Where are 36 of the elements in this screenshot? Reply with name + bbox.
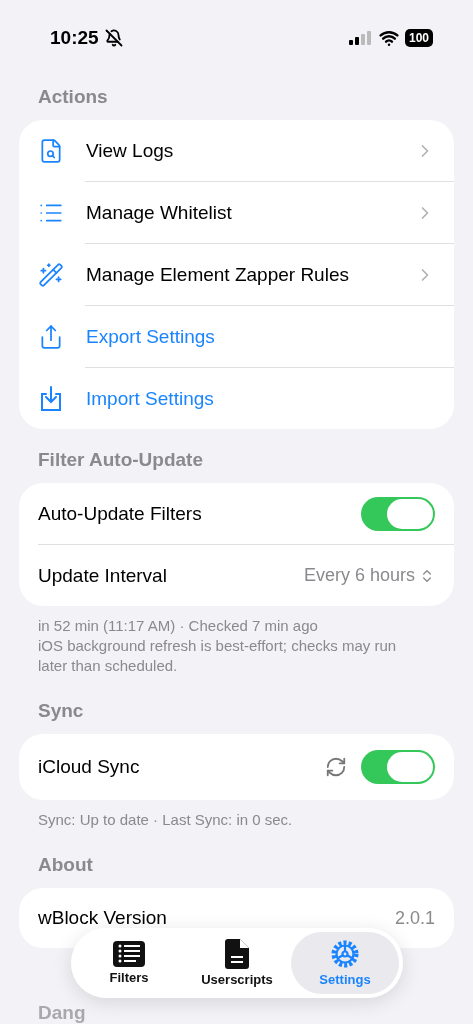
section-header: Dang: [38, 1002, 86, 1024]
section-header: Actions: [38, 86, 108, 108]
tab-item[interactable]: Filters: [75, 932, 183, 994]
import-icon: [38, 384, 64, 413]
settings-icon: [330, 939, 360, 969]
section-header: Filter Auto-Update: [38, 449, 203, 471]
version-value: 2.0.1: [394, 907, 435, 929]
footnote-text: Sync: Up to date · Last Sync: in 0 sec.: [38, 810, 294, 830]
sync-icon[interactable]: [325, 756, 347, 778]
row-label: wBlock Version: [38, 907, 168, 929]
row-label[interactable]: Export Settings: [86, 325, 435, 348]
status-time: 10:25: [50, 27, 99, 49]
row-label[interactable]: Manage Element Zapper Rules: [86, 263, 415, 286]
wand-icon: [38, 261, 64, 288]
footnote-text: in 52 min (11:17 AM) · Checked 7 min ago: [38, 616, 319, 636]
wifi-icon: [378, 28, 399, 48]
toggle-switch[interactable]: [361, 750, 435, 784]
bell-muted-icon: [104, 29, 123, 47]
document-icon: [225, 939, 249, 969]
signal-icon: [348, 31, 373, 45]
tab-item[interactable]: Userscripts: [183, 932, 291, 994]
interval-picker[interactable]: Every 6 hours: [303, 565, 435, 586]
row-label[interactable]: Update Interval: [38, 564, 304, 587]
section-header: Sync: [38, 700, 84, 722]
toggle-switch[interactable]: [361, 496, 435, 531]
row-label[interactable]: iCloud Sync: [38, 756, 325, 778]
row-label[interactable]: Auto-Update Filters: [38, 502, 361, 525]
document-search-icon: [38, 137, 64, 164]
row-label[interactable]: Manage Whitelist: [86, 201, 415, 224]
share-icon: [38, 323, 64, 350]
footnote-text: iOS background refresh is best-effort; checks may run later than scheduled.: [38, 636, 398, 676]
row-label[interactable]: View Logs: [86, 139, 415, 162]
row-label[interactable]: Import Settings: [86, 387, 435, 410]
battery-icon: 100: [404, 29, 433, 47]
list-icon: [113, 941, 145, 967]
section-header: About: [38, 854, 93, 876]
